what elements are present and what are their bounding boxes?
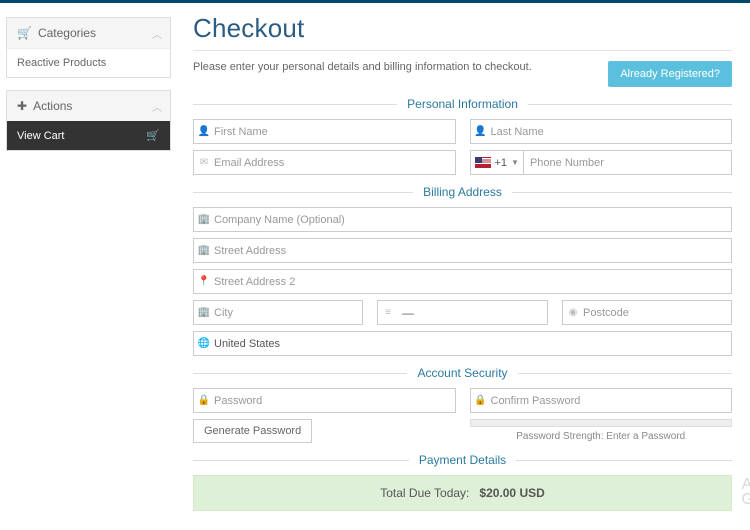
main-content: Checkout Please enter your personal deta… bbox=[171, 3, 750, 511]
total-due: Total Due Today: $20.00 USD bbox=[193, 475, 732, 511]
dial-code[interactable]: +1 bbox=[491, 157, 512, 169]
building-icon: 🏢 bbox=[194, 245, 214, 256]
title-divider bbox=[193, 50, 732, 51]
building-icon: 🏢 bbox=[194, 214, 214, 225]
state-field[interactable]: ≡ — bbox=[377, 300, 548, 325]
total-due-amount: $20.00 USD bbox=[479, 486, 544, 500]
confirm-password-field[interactable]: 🔒 bbox=[470, 388, 733, 413]
street2-input[interactable] bbox=[214, 272, 731, 292]
categories-panel: 🛒 Categories ︿ Reactive Products bbox=[6, 17, 171, 78]
view-cart-button[interactable]: View Cart 🛒 bbox=[7, 121, 170, 150]
side-letters: AG bbox=[742, 477, 750, 507]
street2-field[interactable]: 📍 bbox=[193, 269, 732, 294]
password-strength: Password Strength: Enter a Password bbox=[470, 419, 733, 443]
email-input[interactable] bbox=[214, 153, 455, 173]
city-field[interactable]: 🏢 bbox=[193, 300, 363, 325]
view-cart-label: View Cart bbox=[17, 130, 64, 142]
country-field[interactable]: 🌐 bbox=[193, 331, 732, 356]
chevron-up-icon: ︿ bbox=[152, 99, 162, 114]
section-billing: Billing Address bbox=[193, 185, 732, 199]
chevron-up-icon: ︿ bbox=[152, 26, 162, 41]
person-icon: 👤 bbox=[471, 126, 491, 137]
postcode-field[interactable]: ◉ bbox=[562, 300, 732, 325]
intro-text: Please enter your personal details and b… bbox=[193, 61, 532, 73]
email-field[interactable]: ✉ bbox=[193, 150, 456, 175]
password-input[interactable] bbox=[214, 391, 455, 411]
lock-icon: 🔒 bbox=[194, 395, 214, 406]
section-personal: Personal Information bbox=[193, 97, 732, 111]
street1-field[interactable]: 🏢 bbox=[193, 238, 732, 263]
state-selected: — bbox=[398, 306, 547, 320]
already-registered-button[interactable]: Already Registered? bbox=[608, 61, 732, 87]
company-input[interactable] bbox=[214, 210, 731, 230]
last-name-field[interactable]: 👤 bbox=[470, 119, 733, 144]
postcode-input[interactable] bbox=[583, 303, 731, 323]
certificate-icon: ◉ bbox=[563, 307, 583, 318]
globe-icon: 🌐 bbox=[194, 338, 214, 349]
first-name-field[interactable]: 👤 bbox=[193, 119, 456, 144]
cart-icon: 🛒 bbox=[17, 26, 32, 40]
envelope-icon: ✉ bbox=[194, 157, 214, 168]
plus-icon: ✚ bbox=[17, 99, 27, 113]
last-name-input[interactable] bbox=[491, 122, 732, 142]
categories-header[interactable]: 🛒 Categories ︿ bbox=[7, 18, 170, 48]
phone-field[interactable]: +1 ▼ bbox=[470, 150, 733, 175]
map-pin-icon: 📍 bbox=[194, 276, 214, 287]
category-item-reactive[interactable]: Reactive Products bbox=[7, 48, 170, 77]
section-security: Account Security bbox=[193, 366, 732, 380]
actions-panel: ✚ Actions ︿ View Cart 🛒 bbox=[6, 90, 171, 151]
city-input[interactable] bbox=[214, 303, 362, 323]
building-icon: 🏢 bbox=[194, 307, 214, 318]
actions-title: Actions bbox=[33, 99, 72, 113]
street1-input[interactable] bbox=[214, 241, 731, 261]
list-icon: ≡ bbox=[378, 307, 398, 318]
lock-icon: 🔒 bbox=[471, 395, 491, 406]
generate-password-button[interactable]: Generate Password bbox=[193, 419, 312, 443]
first-name-input[interactable] bbox=[214, 122, 455, 142]
us-flag-icon[interactable] bbox=[475, 157, 491, 168]
section-payment: Payment Details bbox=[193, 453, 732, 467]
person-icon: 👤 bbox=[194, 126, 214, 137]
cart-icon: 🛒 bbox=[146, 129, 160, 142]
categories-title: Categories bbox=[38, 26, 96, 40]
sidebar: 🛒 Categories ︿ Reactive Products ✚ Actio… bbox=[6, 17, 171, 511]
company-field[interactable]: 🏢 bbox=[193, 207, 732, 232]
total-due-label: Total Due Today: bbox=[380, 486, 476, 500]
phone-input[interactable] bbox=[524, 153, 731, 173]
caret-down-icon[interactable]: ▼ bbox=[511, 158, 519, 167]
country-input[interactable] bbox=[214, 334, 731, 354]
confirm-password-input[interactable] bbox=[491, 391, 732, 411]
strength-meter bbox=[470, 419, 733, 427]
actions-header[interactable]: ✚ Actions ︿ bbox=[7, 91, 170, 121]
password-field[interactable]: 🔒 bbox=[193, 388, 456, 413]
page-title: Checkout bbox=[193, 13, 732, 44]
strength-text: Password Strength: Enter a Password bbox=[470, 431, 733, 442]
